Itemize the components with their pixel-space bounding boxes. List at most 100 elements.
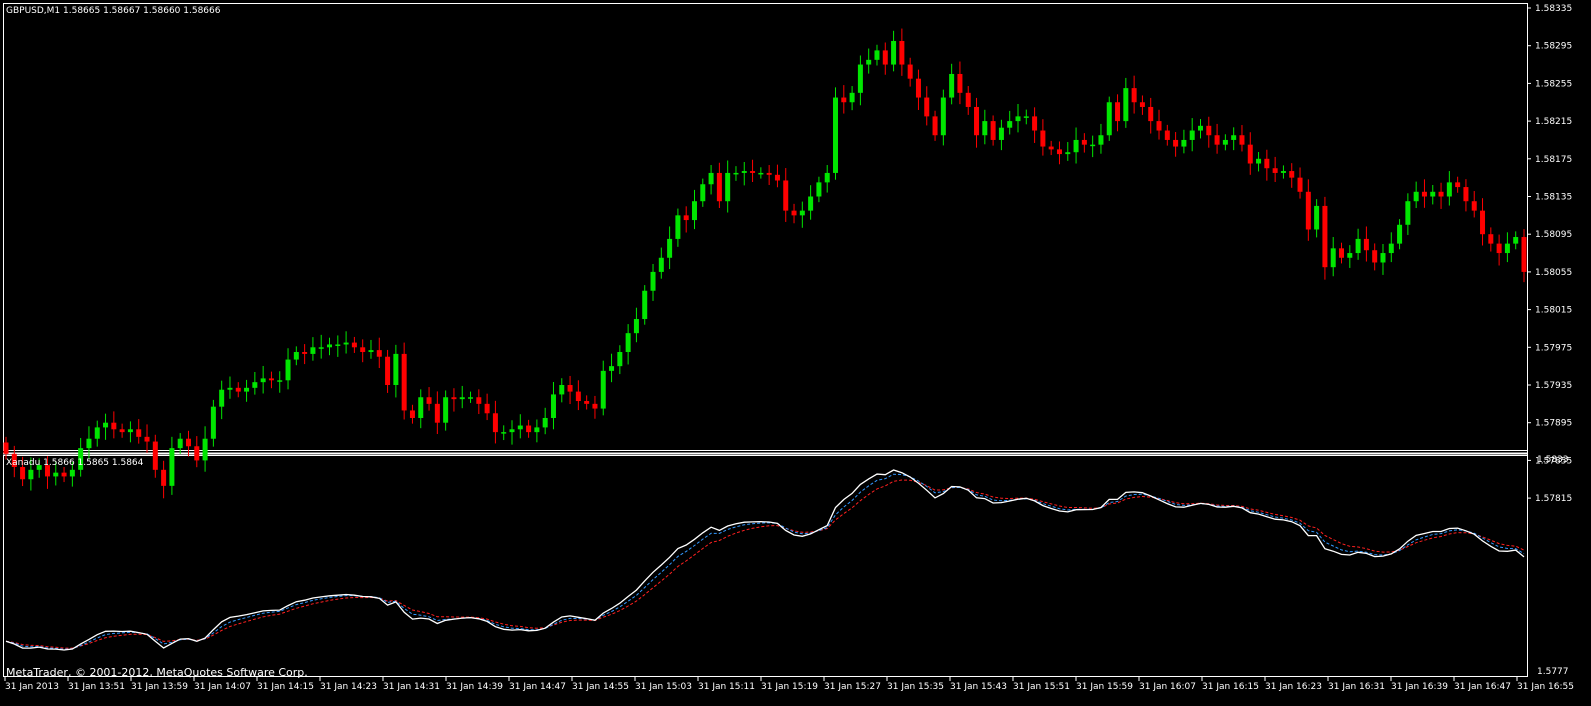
- candle-body: [177, 438, 183, 449]
- candle-body: [1239, 135, 1245, 145]
- candle-body: [957, 73, 963, 93]
- price-label: 1.58095: [1535, 230, 1572, 240]
- candle-body: [949, 73, 955, 98]
- candle-body: [559, 385, 565, 395]
- price-axis-labels: 1.58335 1.58295 1.58255 1.58215 1.58175 1.581…: [1527, 4, 1572, 504]
- candle-body: [741, 171, 747, 173]
- time-label: 31 Jan 16:23: [1265, 682, 1322, 692]
- candle-body: [136, 429, 142, 437]
- candle-body: [53, 472, 59, 477]
- candle-body: [260, 378, 266, 383]
- candle-body: [791, 210, 797, 216]
- candle-body: [567, 385, 573, 392]
- time-label: 31 Jan 16:07: [1139, 682, 1196, 692]
- candle-body: [111, 422, 117, 430]
- candle-body: [667, 238, 673, 258]
- price-label: 1.57975: [1535, 343, 1572, 353]
- price-label: 1.58135: [1535, 193, 1572, 203]
- candle-body: [3, 442, 9, 454]
- candle-body: [434, 403, 440, 423]
- candle-body: [360, 347, 366, 353]
- candle-body: [302, 352, 308, 354]
- candle-body: [61, 472, 67, 477]
- candle-body: [816, 182, 822, 197]
- candle-body: [152, 441, 158, 470]
- candle-body: [932, 116, 938, 136]
- candle-body: [1148, 106, 1154, 122]
- candle-body: [965, 92, 971, 107]
- time-label: 31 Jan 14:07: [194, 682, 251, 692]
- candle-body: [310, 347, 316, 354]
- candle-body: [509, 429, 515, 433]
- candle-body: [1106, 102, 1112, 136]
- candle-body: [476, 397, 482, 404]
- candle-body: [127, 429, 133, 433]
- candle-body: [351, 342, 357, 348]
- candle-body: [990, 121, 996, 140]
- main-panel-frame: [3, 3, 1528, 451]
- time-label: 31 Jan 16:15: [1202, 682, 1259, 692]
- candle-body: [1480, 210, 1486, 235]
- candle-body: [1056, 149, 1062, 155]
- price-label: 1.58255: [1535, 79, 1572, 89]
- candle-body: [617, 352, 623, 367]
- candle-body: [1247, 144, 1253, 164]
- time-label: 31 Jan 15:43: [950, 682, 1007, 692]
- candle-body: [924, 97, 930, 117]
- candle-body: [69, 469, 75, 477]
- candle-body: [252, 382, 258, 388]
- candle-body: [1189, 130, 1195, 140]
- candle-body: [343, 342, 349, 345]
- candle-body: [1322, 205, 1328, 268]
- candle-body: [799, 210, 805, 216]
- time-label: 31 Jan 14:23: [320, 682, 377, 692]
- price-label: 1.58335: [1535, 4, 1572, 14]
- time-label: 31 Jan 16:55: [1517, 682, 1574, 692]
- candle-body: [1173, 139, 1179, 147]
- candle-body: [1455, 182, 1461, 188]
- candle-body: [866, 59, 872, 65]
- candle-body: [1355, 238, 1361, 254]
- candle-body: [1272, 168, 1278, 173]
- candle-body: [609, 366, 615, 371]
- candle-body: [194, 446, 200, 461]
- candle-body: [293, 352, 299, 360]
- candle-body: [1413, 191, 1419, 202]
- main-panel-header: GBPUSD,M1 1.58665 1.58667 1.58660 1.5866…: [6, 6, 221, 16]
- time-label: 31 Jan 16:47: [1454, 682, 1511, 692]
- time-label: 31 Jan 16:31: [1328, 682, 1385, 692]
- candle-body: [1214, 135, 1220, 145]
- candle-body: [891, 40, 897, 65]
- time-label: 31 Jan 14:15: [257, 682, 314, 692]
- price-label: 1.57815: [1535, 494, 1572, 504]
- time-label: 31 Jan 14:39: [446, 682, 503, 692]
- candle-body: [725, 172, 731, 202]
- candle-body: [857, 64, 863, 93]
- candle-body: [1513, 237, 1519, 244]
- trading-chart[interactable]: 1.58335 1.58295 1.58255 1.58215 1.58175 1.581…: [0, 0, 1591, 702]
- candle-body: [526, 425, 532, 433]
- candle-body: [443, 397, 449, 423]
- time-axis-labels: 31 Jan 2013 31 Jan 13:51 31 Jan 13:59 31 Ja…: [4, 677, 1574, 692]
- time-label: 31 Jan 15:35: [887, 682, 944, 692]
- chart-canvas[interactable]: 1.58335 1.58295 1.58255 1.58215 1.58175 1.581…: [0, 0, 1591, 702]
- candlestick-series: [3, 28, 1527, 499]
- candle-body: [1504, 243, 1510, 254]
- candle-body: [1073, 139, 1079, 153]
- candle-body: [915, 78, 921, 98]
- price-label: 1.58055: [1535, 268, 1572, 278]
- candle-body: [1139, 102, 1145, 107]
- price-label: 1.58215: [1535, 117, 1572, 127]
- candle-body: [459, 397, 465, 400]
- candle-body: [1380, 253, 1386, 263]
- candle-body: [210, 406, 216, 439]
- candle-body: [501, 432, 507, 434]
- candle-body: [1471, 201, 1477, 211]
- candle-body: [733, 172, 739, 175]
- candle-body: [1231, 135, 1237, 140]
- candle-body: [1164, 130, 1170, 140]
- xanadu-indicator-lines: [5, 469, 1525, 651]
- candle-body: [144, 436, 150, 442]
- candle-body: [484, 403, 490, 414]
- candle-body: [642, 290, 648, 320]
